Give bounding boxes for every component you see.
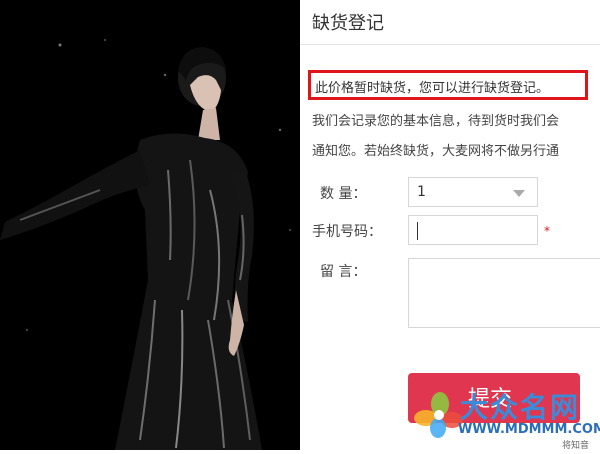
message-textarea[interactable]	[408, 258, 600, 328]
text-cursor	[417, 222, 418, 240]
stock-register-dialog: 缺货登记 此价格暂时缺货，您可以进行缺货登记。 我们会记录您的基本信息，待到货时…	[300, 0, 600, 450]
notice-text: 此价格暂时缺货，您可以进行缺货登记。	[315, 81, 550, 96]
quantity-label: 数 量：	[320, 186, 367, 202]
performer-illustration	[0, 0, 300, 450]
dialog-header: 缺货登记	[300, 0, 600, 45]
phone-input[interactable]	[408, 215, 538, 245]
watermark-title: 大众名网	[460, 391, 581, 424]
watermark-corner-text: 将知音	[562, 441, 590, 451]
description-line-2: 通知您。若始终缺货，大麦网将不做另行通	[312, 144, 560, 159]
message-label: 留 言：	[320, 264, 367, 280]
out-of-stock-notice: 此价格暂时缺货，您可以进行缺货登记。	[308, 70, 588, 100]
site-watermark: 大众名网 WWW.MDMMM.COM 将知音	[412, 384, 600, 451]
phone-label: 手机号码：	[312, 224, 382, 240]
performer-photo	[0, 0, 300, 450]
quantity-value: 1	[417, 184, 426, 200]
watermark-url: WWW.MDMMM.COM	[458, 422, 600, 437]
required-mark: *	[544, 224, 550, 238]
quantity-select[interactable]: 1	[408, 177, 538, 207]
chevron-down-icon	[513, 190, 525, 197]
description-line-1: 我们会记录您的基本信息，待到货时我们会	[312, 114, 560, 129]
dialog-title: 缺货登记	[312, 13, 384, 34]
